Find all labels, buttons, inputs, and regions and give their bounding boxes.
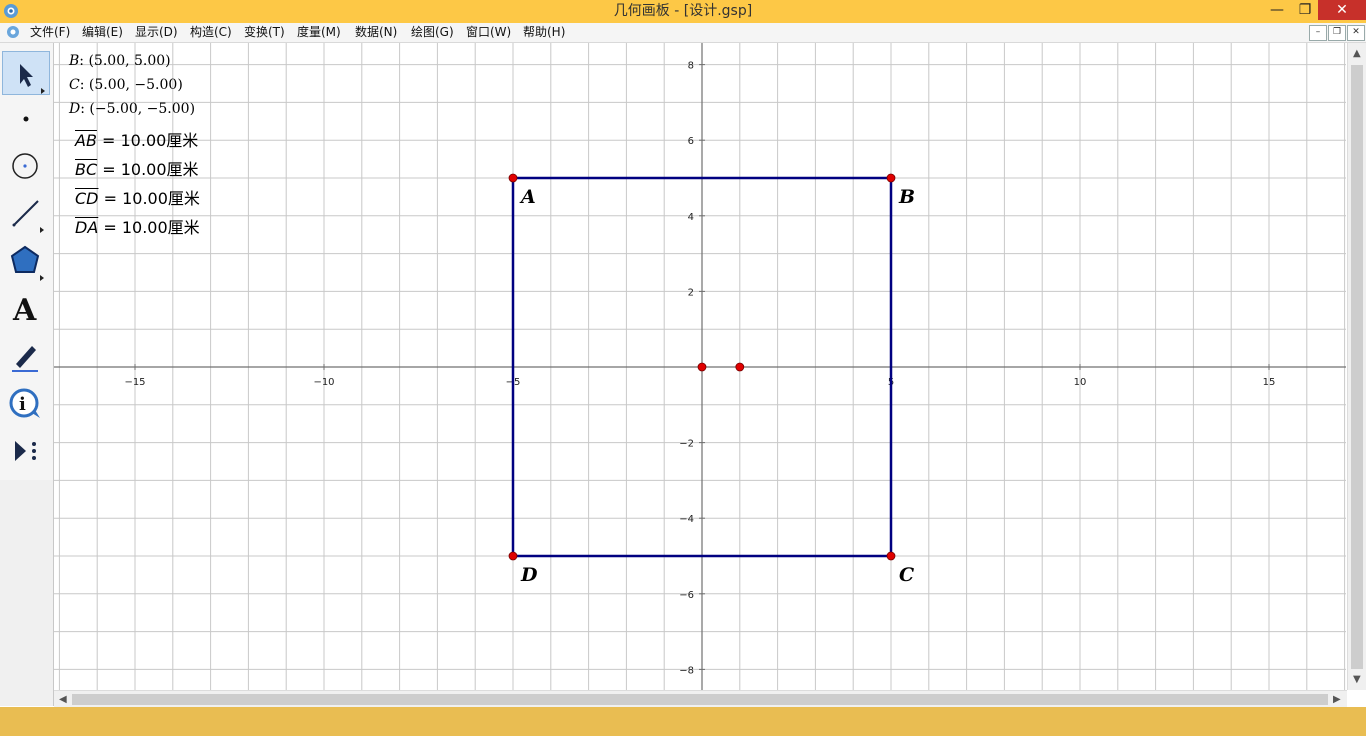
- compass-icon: [12, 153, 38, 179]
- y-tick-label: −2: [679, 439, 694, 450]
- title-bar: 几何画板 - [设计.gsp] — ❐ ✕: [0, 0, 1366, 23]
- y-tick-label: 8: [688, 61, 694, 72]
- segment-name: DA: [75, 218, 99, 237]
- scroll-up-arrow[interactable]: ▲: [1353, 45, 1361, 62]
- point-labels: A B C D: [519, 186, 915, 586]
- menu-display[interactable]: 显示(D): [135, 23, 178, 42]
- length-value: = 10.00厘米: [98, 189, 200, 208]
- coord-value: : (−5.00, −5.00): [80, 101, 196, 117]
- segment-name: BC: [75, 160, 98, 179]
- length-value: = 10.00厘米: [98, 218, 200, 237]
- text-tool-glyph: A: [12, 293, 37, 328]
- x-tick-label: 10: [1074, 377, 1087, 388]
- straightedge-tool[interactable]: [2, 191, 50, 235]
- text-tool[interactable]: A: [2, 287, 50, 331]
- marker-tool[interactable]: [2, 334, 50, 378]
- custom-tool[interactable]: [2, 429, 50, 473]
- arrow-icon: [20, 64, 45, 94]
- vertical-scrollbar[interactable]: ▲ ▼: [1347, 43, 1366, 690]
- segment-name: AB: [75, 131, 97, 150]
- y-tick-label: 4: [688, 212, 694, 223]
- x-tick-label: 15: [1263, 377, 1276, 388]
- x-tick-label: −10: [313, 377, 334, 388]
- marker-icon: [12, 346, 38, 372]
- menu-bar: 文件(F) 编辑(E) 显示(D) 构造(C) 变换(T) 度量(M) 数据(N…: [0, 23, 1366, 43]
- menu-graph[interactable]: 绘图(G): [411, 23, 454, 42]
- menu-window[interactable]: 窗口(W): [466, 23, 511, 42]
- straightedge-icon: [12, 200, 44, 233]
- coord-value: : (5.00, −5.00): [79, 77, 183, 93]
- coord-point-name: B: [69, 53, 80, 69]
- scroll-left-arrow[interactable]: ◀: [59, 691, 67, 708]
- point-label-c[interactable]: C: [899, 564, 914, 586]
- horizontal-scroll-thumb[interactable]: [72, 694, 1328, 705]
- length-measure-cd[interactable]: CD = 10.00厘米: [75, 185, 200, 209]
- point-tool[interactable]: [2, 97, 50, 141]
- point-label-a[interactable]: A: [519, 186, 536, 208]
- length-value: = 10.00厘米: [97, 160, 199, 179]
- toolbox-empty-area: [0, 480, 54, 706]
- coord-point-name: C: [69, 77, 80, 93]
- point-label-d[interactable]: D: [520, 564, 538, 586]
- window-title: 几何画板 - [设计.gsp]: [613, 3, 753, 19]
- coord-readout-b[interactable]: B: (5.00, 5.00): [69, 53, 171, 69]
- point-a[interactable]: [508, 173, 518, 183]
- y-tick-label: −6: [679, 590, 694, 601]
- menu-measure[interactable]: 度量(M): [297, 23, 341, 42]
- information-tool[interactable]: i: [2, 382, 50, 426]
- polygon-tool[interactable]: [2, 239, 50, 283]
- menu-transform[interactable]: 变换(T): [244, 23, 285, 42]
- y-tick-label: −8: [679, 665, 694, 676]
- polygon-icon: [10, 245, 44, 281]
- point-d[interactable]: [508, 551, 518, 561]
- point-c[interactable]: [886, 551, 896, 561]
- length-measure-bc[interactable]: BC = 10.00厘米: [75, 156, 199, 180]
- text-icon: A: [12, 293, 37, 328]
- scroll-right-arrow[interactable]: ▶: [1333, 691, 1341, 708]
- svg-text:i: i: [19, 394, 26, 415]
- length-measure-da[interactable]: DA = 10.00厘米: [75, 214, 200, 238]
- x-tick-label: −15: [124, 377, 145, 388]
- arrow-tool[interactable]: [2, 51, 50, 95]
- menu-edit[interactable]: 编辑(E): [82, 23, 123, 42]
- maximize-button[interactable]: ❐: [1292, 0, 1318, 20]
- y-tick-label: 2: [688, 287, 694, 298]
- y-tick-label: −4: [679, 514, 694, 525]
- compass-tool[interactable]: [2, 144, 50, 188]
- information-icon: i: [9, 388, 40, 418]
- doc-minimize-button[interactable]: –: [1309, 25, 1327, 41]
- close-button[interactable]: ✕: [1318, 0, 1366, 20]
- coord-readout-d[interactable]: D: (−5.00, −5.00): [69, 101, 195, 117]
- menu-data[interactable]: 数据(N): [355, 23, 397, 42]
- point-b[interactable]: [886, 173, 896, 183]
- horizontal-scrollbar[interactable]: ◀ ▶: [54, 690, 1347, 708]
- menu-help[interactable]: 帮助(H): [523, 23, 565, 42]
- coord-readout-c[interactable]: C: (5.00, −5.00): [69, 77, 183, 93]
- minimize-button[interactable]: —: [1262, 0, 1292, 20]
- doc-restore-button[interactable]: ❐: [1328, 25, 1346, 41]
- point-label-b[interactable]: B: [898, 186, 915, 208]
- menu-construct[interactable]: 构造(C): [190, 23, 232, 42]
- coord-value: : (5.00, 5.00): [79, 53, 171, 69]
- coord-point-name: D: [69, 101, 81, 117]
- document-icon[interactable]: [6, 25, 20, 39]
- length-measure-ab[interactable]: AB = 10.00厘米: [75, 127, 198, 151]
- y-tick-label: 6: [688, 136, 694, 147]
- taskbar: [0, 707, 1366, 736]
- vertical-scroll-thumb[interactable]: [1351, 65, 1363, 669]
- scroll-down-arrow[interactable]: ▼: [1353, 671, 1361, 688]
- toolbox: A i: [0, 43, 54, 481]
- point-icon: [23, 116, 29, 122]
- length-value: = 10.00厘米: [96, 131, 199, 150]
- doc-close-button[interactable]: ✕: [1347, 25, 1365, 41]
- menu-file[interactable]: 文件(F): [30, 23, 70, 42]
- sketch-canvas[interactable]: −15 −10 −5 5 10 158642−2−4−6−8 A BCD: [54, 43, 1346, 690]
- unit-point[interactable]: [697, 362, 707, 372]
- custom-tool-icon: [15, 441, 36, 461]
- segment-name: CD: [75, 189, 99, 208]
- unit-point[interactable]: [735, 362, 745, 372]
